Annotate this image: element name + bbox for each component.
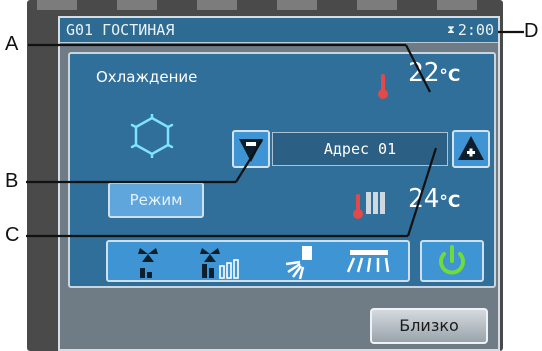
leader-a-line — [405, 44, 431, 93]
callout-b: B — [5, 170, 19, 192]
leader-b-line — [235, 139, 263, 183]
leader-c-line — [406, 147, 438, 237]
callout-leaders — [26, 30, 524, 238]
callout-d: D — [524, 20, 539, 42]
callout-c: C — [5, 224, 20, 246]
callout-a: A — [5, 33, 19, 55]
